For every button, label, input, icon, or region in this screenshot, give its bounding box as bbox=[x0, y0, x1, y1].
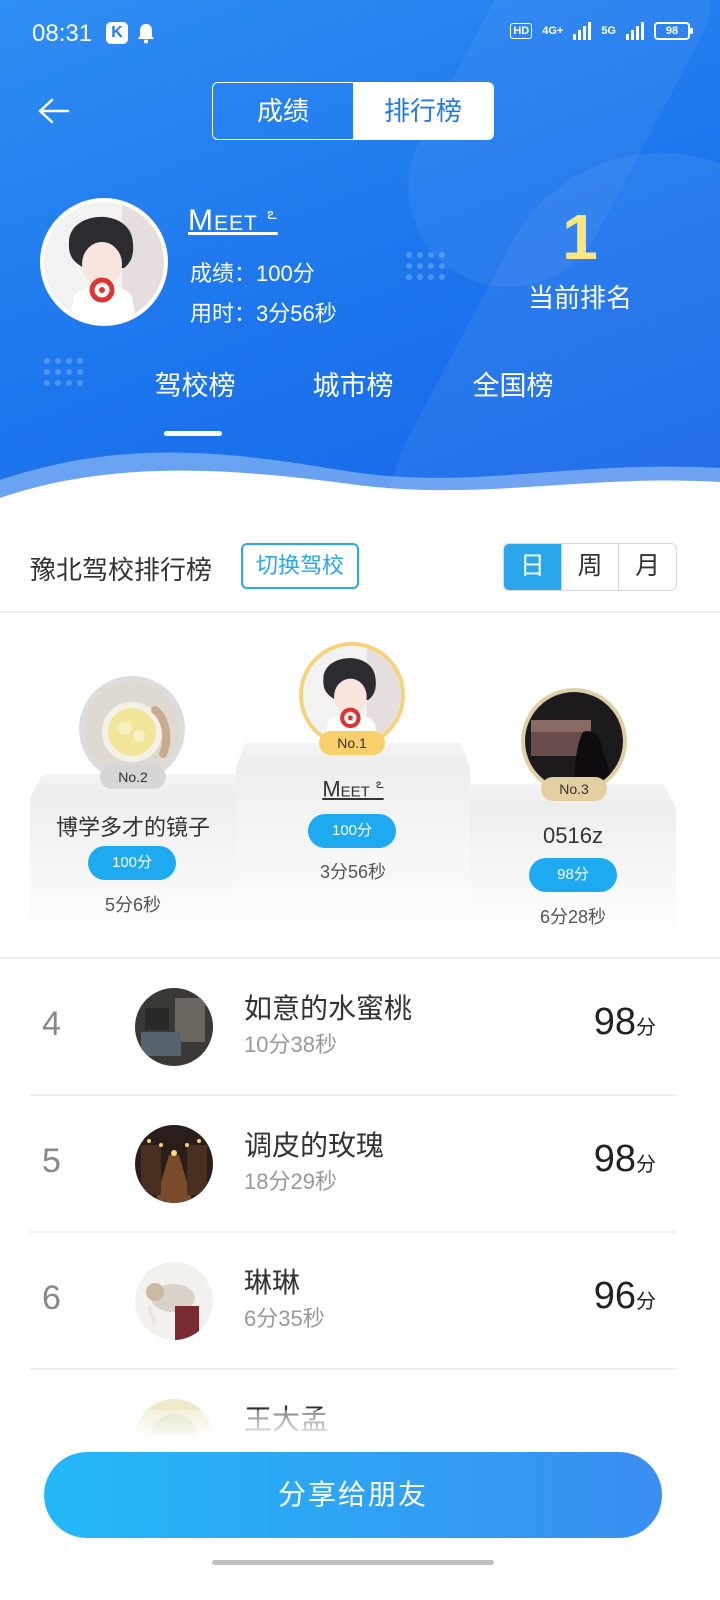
row-avatar[interactable] bbox=[135, 988, 213, 1066]
user-avatar[interactable] bbox=[40, 198, 168, 326]
row-time: 10分38秒 bbox=[244, 1032, 337, 1057]
signal-icon bbox=[573, 22, 592, 40]
second-place-badge: No.2 bbox=[100, 765, 166, 789]
school-leaderboard-title: 豫北驾校排行榜 bbox=[30, 555, 213, 585]
status-indicators: HD 4G+ 5G 98 bbox=[510, 22, 693, 40]
first-place-time: 3分56秒 bbox=[319, 862, 387, 882]
leaderboard-row[interactable]: 4 如意的水蜜桃 10分38秒 98分 bbox=[30, 959, 676, 1096]
leaderboard-row[interactable]: 6 琳琳 6分35秒 96分 bbox=[30, 1233, 676, 1370]
user-score: 成绩：100分 bbox=[190, 261, 315, 286]
network-4g-label: 4G+ bbox=[542, 25, 564, 37]
tab-score[interactable]: 成绩 bbox=[213, 83, 353, 139]
row-score: 98分 bbox=[593, 1001, 656, 1043]
row-time: 18分29秒 bbox=[244, 1169, 337, 1194]
row-score: 98分 bbox=[593, 1138, 656, 1180]
app-k-icon: K bbox=[106, 22, 128, 44]
street-lights-image bbox=[135, 1125, 213, 1203]
user-time: 用时：3分56秒 bbox=[190, 301, 337, 326]
row-avatar[interactable] bbox=[135, 1262, 213, 1340]
status-time: 08:31 bbox=[32, 20, 93, 47]
row-time: 6分35秒 bbox=[244, 1306, 325, 1331]
tab-city-board[interactable]: 城市榜 bbox=[278, 364, 428, 403]
switch-school-button[interactable]: 切换驾校 bbox=[241, 543, 359, 589]
first-place-name: Meet ఽ bbox=[322, 776, 384, 802]
tab-national-board[interactable]: 全国榜 bbox=[438, 364, 588, 403]
row-name: 如意的水蜜桃 bbox=[244, 993, 413, 1024]
row-rank: 6 bbox=[42, 1279, 61, 1317]
back-arrow-icon[interactable] bbox=[36, 96, 72, 126]
status-bar: 08:31 K HD 4G+ 5G 98 bbox=[0, 0, 720, 70]
active-tab-indicator bbox=[164, 431, 222, 436]
third-place-badge: No.3 bbox=[541, 777, 607, 801]
row-avatar[interactable] bbox=[135, 1125, 213, 1203]
second-place-score: 100分 bbox=[88, 846, 176, 880]
lemon-tea-image bbox=[83, 680, 181, 778]
signal-icon bbox=[626, 22, 644, 40]
third-place-name: 0516z bbox=[543, 823, 603, 848]
notification-icon bbox=[138, 24, 154, 44]
period-day[interactable]: 日 bbox=[504, 544, 561, 590]
battery-icon: 98 bbox=[654, 22, 693, 40]
wave-decoration bbox=[0, 452, 720, 520]
leaderboard-row[interactable]: 5 调皮的玫瑰 18分29秒 98分 bbox=[30, 1096, 676, 1233]
main-tab-switch: 成绩 排行榜 bbox=[212, 82, 494, 140]
period-switch: 日 周 月 bbox=[503, 543, 677, 591]
row-score: 96分 bbox=[593, 1275, 656, 1317]
third-place-score: 98分 bbox=[529, 858, 617, 892]
second-place-time: 5分6秒 bbox=[104, 895, 162, 915]
header-banner: 08:31 K HD 4G+ 5G 98 成绩 排行榜 Meet ఽ 成绩：10… bbox=[0, 0, 720, 520]
network-5g-label: 5G bbox=[601, 25, 616, 37]
share-to-friends-button[interactable]: 分享给朋友 bbox=[44, 1452, 662, 1538]
divider bbox=[0, 611, 720, 613]
third-place-time: 6分28秒 bbox=[539, 907, 607, 927]
row-rank: 4 bbox=[42, 1005, 61, 1043]
cat-photo-image bbox=[135, 1262, 213, 1340]
hd-icon: HD bbox=[510, 23, 533, 39]
laptop-photo-image bbox=[135, 988, 213, 1066]
tab-leaderboard[interactable]: 排行榜 bbox=[353, 83, 493, 139]
current-rank-value: 1 bbox=[562, 201, 598, 273]
row-name: 调皮的玫瑰 bbox=[244, 1130, 385, 1161]
tab-school-board[interactable]: 驾校榜 bbox=[120, 364, 270, 403]
anime-avatar-image bbox=[44, 202, 164, 322]
row-name: 琳琳 bbox=[244, 1267, 301, 1298]
anime-avatar-image bbox=[303, 646, 401, 744]
period-week[interactable]: 周 bbox=[560, 544, 619, 590]
second-place-name: 博学多才的镜子 bbox=[55, 815, 210, 840]
period-month[interactable]: 月 bbox=[618, 544, 676, 590]
user-name: Meet ఽ bbox=[188, 204, 278, 237]
first-place-badge: No.1 bbox=[319, 731, 385, 755]
decorative-dots bbox=[406, 252, 445, 280]
decorative-dots bbox=[44, 358, 83, 386]
current-rank-label: 当前排名 bbox=[527, 283, 632, 313]
home-indicator[interactable] bbox=[212, 1560, 494, 1565]
night-window-image bbox=[525, 692, 623, 790]
row-rank: 5 bbox=[42, 1142, 61, 1180]
first-place-score: 100分 bbox=[308, 814, 396, 848]
